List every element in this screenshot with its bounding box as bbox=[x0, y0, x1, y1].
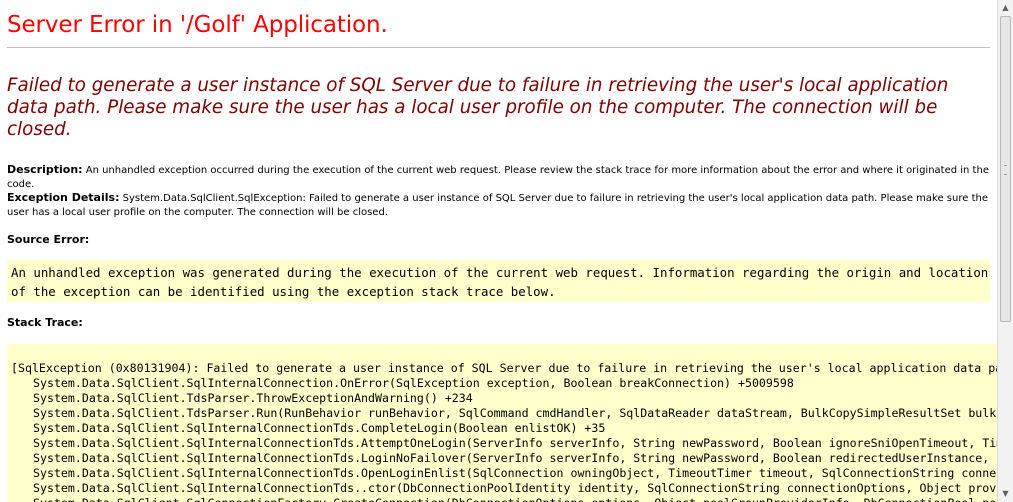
scroll-up-arrow-icon[interactable]: ▲ bbox=[998, 0, 1013, 16]
title-divider bbox=[7, 47, 990, 48]
stack-trace-frame: System.Data.SqlClient.TdsParser.Run(RunB… bbox=[33, 406, 997, 420]
scroll-thumb-grip bbox=[1004, 165, 1007, 175]
stack-trace-box: [SqlException (0x80131904): Failed to ge… bbox=[7, 344, 997, 502]
scroll-thumb[interactable] bbox=[1000, 16, 1011, 322]
description-text: An unhandled exception occurred during t… bbox=[7, 165, 989, 190]
stack-trace-header-line: [SqlException (0x80131904): Failed to ge… bbox=[11, 361, 997, 375]
stack-trace-frame: System.Data.SqlClient.SqlInternalConnect… bbox=[33, 436, 997, 450]
exception-details-label: Exception Details: bbox=[7, 191, 120, 204]
vertical-scrollbar[interactable]: ▲ ▼ bbox=[997, 0, 1013, 502]
source-error-text: An unhandled exception was generated dur… bbox=[11, 265, 989, 299]
error-message: Failed to generate a user instance of SQ… bbox=[7, 75, 949, 140]
stack-trace-frame: System.Data.SqlClient.SqlInternalConnect… bbox=[33, 466, 997, 480]
source-error-box: An unhandled exception was generated dur… bbox=[7, 260, 990, 302]
exception-details-text: System.Data.SqlClient.SqlException: Fail… bbox=[7, 193, 988, 218]
page-title: Server Error in '/Golf' Application. bbox=[7, 12, 388, 38]
stack-trace-frame: System.Data.SqlClient.SqlInternalConnect… bbox=[33, 421, 606, 435]
source-error-label: Source Error: bbox=[7, 233, 90, 246]
exception-details-section: Exception Details: System.Data.SqlClient… bbox=[7, 191, 992, 220]
stack-trace-frame: System.Data.SqlClient.SqlInternalConnect… bbox=[33, 376, 794, 390]
scroll-down-arrow-icon[interactable]: ▼ bbox=[998, 486, 1013, 502]
stack-trace-frame: System.Data.SqlClient.TdsParser.ThrowExc… bbox=[33, 391, 473, 405]
stack-trace-frame: System.Data.SqlClient.SqlConnectionFacto… bbox=[11, 496, 997, 502]
stack-trace-frame: System.Data.SqlClient.SqlInternalConnect… bbox=[33, 481, 997, 495]
description-label: Description: bbox=[7, 163, 83, 176]
description-section: Description: An unhandled exception occu… bbox=[7, 163, 992, 192]
stack-trace-label: Stack Trace: bbox=[7, 316, 83, 329]
stack-trace-frame: System.Data.SqlClient.SqlInternalConnect… bbox=[33, 451, 997, 465]
error-page: Server Error in '/Golf' Application. Fai… bbox=[0, 0, 997, 502]
stack-trace-lines: [SqlException (0x80131904): Failed to ge… bbox=[11, 361, 997, 502]
